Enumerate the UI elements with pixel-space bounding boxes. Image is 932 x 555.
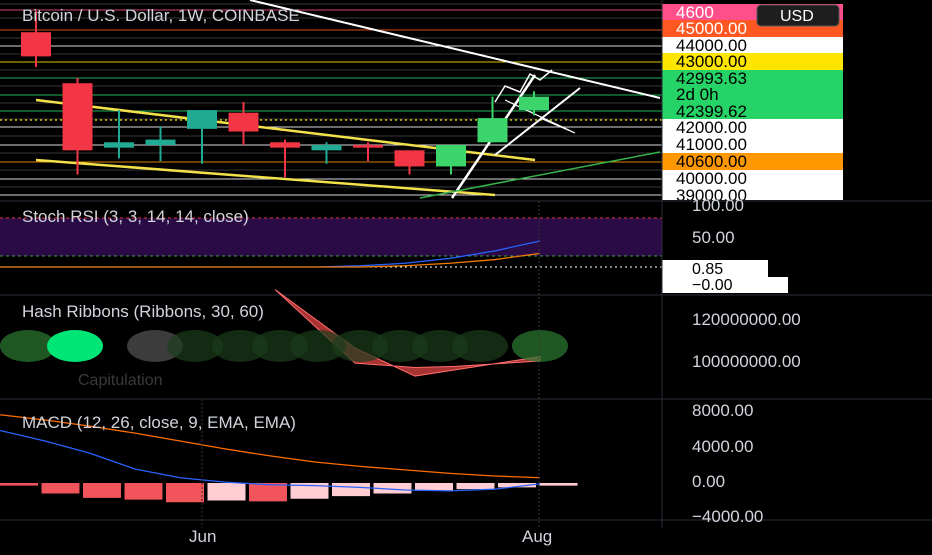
hash-ribbons-title: Hash Ribbons (Ribbons, 30, 60) (22, 302, 264, 321)
stoch-k-value: 0.85 (692, 261, 723, 278)
currency-label: USD (780, 8, 814, 25)
stoch-axis-50: 50.00 (692, 228, 735, 247)
hash-axis-120m: 120000000.00 (692, 310, 801, 329)
stoch-rsi-title: Stoch RSI (3, 3, 14, 14, close) (22, 207, 249, 226)
candle-body (311, 144, 342, 151)
macd-histogram-bar (332, 483, 370, 497)
macd-histogram-bar (539, 483, 578, 486)
candle-body (104, 142, 134, 148)
price-axis[interactable]: 460045000.0044000.0043000.0042993.632d 0… (662, 3, 843, 205)
macd-histogram-bar (249, 483, 287, 502)
candle-body (519, 96, 549, 111)
stoch-d-value: −0.00 (692, 277, 733, 294)
stoch-axis-100: 100.00 (692, 196, 744, 215)
candle-body (436, 144, 466, 167)
hash-signal-dot (47, 330, 103, 362)
time-label-aug: Aug (522, 527, 552, 546)
macd-histogram-bar (83, 483, 121, 498)
tradingview-chart[interactable]: Bitcoin / U.S. Dollar, 1W, COINBASE 4600… (0, 0, 932, 550)
hash-signal-dot (512, 330, 568, 362)
macd-axis-0: 0.00 (692, 472, 725, 491)
candle-body (477, 118, 508, 143)
macd-histogram-bar (0, 483, 38, 486)
macd-histogram-bar (41, 483, 80, 494)
capitulation-label: Capitulation (78, 372, 163, 389)
macd-histogram-bar (166, 483, 204, 503)
candle-body (62, 83, 93, 151)
hash-axis-100m: 100000000.00 (692, 352, 801, 371)
candle-body (21, 32, 51, 57)
macd-axis-neg4000: −4000.00 (692, 507, 763, 526)
candle-body (187, 110, 217, 129)
macd-histogram-bar (207, 483, 246, 501)
time-label-jun: Jun (189, 527, 216, 546)
macd-title: MACD (12, 26, close, 9, EMA, EMA) (22, 413, 296, 432)
candle-body (228, 112, 259, 132)
macd-histogram-bar (124, 483, 163, 500)
hash-ribbon-signals (0, 330, 568, 362)
candle-body (394, 150, 425, 167)
macd-axis-4000: 4000.00 (692, 437, 753, 456)
hash-signal-dot (452, 330, 508, 362)
macd-axis-8000: 8000.00 (692, 401, 753, 420)
symbol-title: Bitcoin / U.S. Dollar, 1W, COINBASE (22, 6, 300, 25)
macd-histogram-bar (456, 483, 495, 490)
candle-body (145, 139, 176, 145)
candle-body (353, 144, 383, 148)
candle-body (270, 142, 300, 148)
chart-svg[interactable]: Bitcoin / U.S. Dollar, 1W, COINBASE 4600… (0, 0, 932, 550)
